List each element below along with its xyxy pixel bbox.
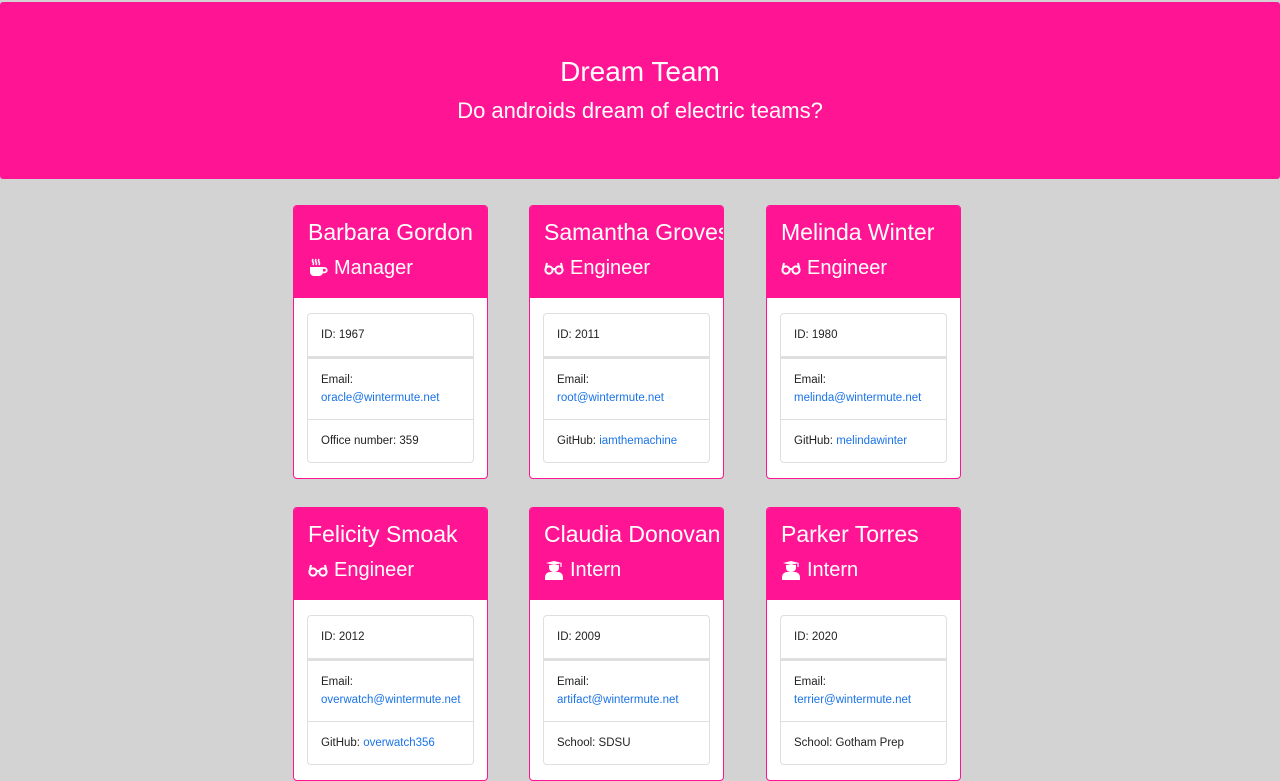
- id-text: ID: 2011: [557, 329, 600, 341]
- role-label: Engineer: [334, 559, 415, 581]
- role-label: Intern: [807, 559, 859, 581]
- github-link[interactable]: melindawinter: [836, 435, 907, 447]
- role-label: Engineer: [807, 257, 888, 279]
- info-list: ID: 2011 Email: root@wintermute.net GitH…: [543, 313, 710, 463]
- id-item: ID: 2011: [544, 314, 709, 358]
- email-label: Email:: [557, 374, 589, 386]
- employee-card: Melinda Winter Engineer ID: 1980 Email: m…: [766, 205, 961, 479]
- card-body: ID: 2020 Email: terrier@wintermute.net S…: [767, 600, 960, 780]
- extra-item: GitHub: melindawinter: [781, 419, 946, 462]
- extra-label: School: SDSU: [557, 737, 631, 749]
- id-text: ID: 1980: [794, 329, 838, 341]
- glasses-icon: [781, 258, 801, 278]
- card-header: Parker Torres Intern: [767, 508, 960, 600]
- employee-card: Claudia Donovan Intern ID: 2009 Email: ar…: [529, 507, 724, 781]
- id-item: ID: 2020: [781, 616, 946, 660]
- email-link[interactable]: melinda@wintermute.net: [794, 389, 933, 407]
- employee-role: Engineer: [308, 558, 473, 582]
- card-header: Barbara Gordon Manager: [294, 206, 487, 298]
- employee-card: Barbara Gordon Manager ID: 1967 Email: o…: [293, 205, 488, 479]
- email-item: Email: oracle@wintermute.net: [308, 358, 473, 419]
- employee-card: Samantha Groves Engineer ID: 2011 Email:…: [529, 205, 724, 479]
- card-body: ID: 1967 Email: oracle@wintermute.net Of…: [294, 298, 487, 478]
- email-link[interactable]: terrier@wintermute.net: [794, 694, 911, 706]
- email-link[interactable]: artifact@wintermute.net: [557, 691, 696, 709]
- page-title: Dream Team: [560, 56, 720, 87]
- employee-card: Felicity Smoak Engineer ID: 2012 Email: o…: [293, 507, 488, 781]
- card-header: Felicity Smoak Engineer: [294, 508, 487, 600]
- email-link[interactable]: oracle@wintermute.net: [321, 392, 439, 404]
- employee-role: Intern: [781, 558, 946, 582]
- email-label: Email:: [557, 676, 589, 688]
- card-body: ID: 1980 Email: melinda@wintermute.net Gi…: [767, 298, 960, 478]
- extra-item: School: Gotham Prep: [781, 721, 946, 764]
- header-banner: Dream Team Do androids dream of electric…: [0, 2, 1280, 179]
- github-link[interactable]: overwatch356: [363, 737, 435, 749]
- employee-name: Melinda Winter: [781, 219, 935, 245]
- card-header: Samantha Groves Engineer: [530, 206, 723, 298]
- employee-name: Samantha Groves: [544, 219, 724, 245]
- employee-card: Parker Torres Intern ID: 2020 Email: ter…: [766, 507, 961, 781]
- employee-role: Intern: [544, 558, 709, 582]
- info-list: ID: 1967 Email: oracle@wintermute.net Of…: [307, 313, 474, 463]
- graduate-icon: [781, 560, 801, 580]
- extra-label: GitHub:: [321, 737, 364, 749]
- extra-label: GitHub:: [794, 435, 837, 447]
- id-item: ID: 2009: [544, 616, 709, 660]
- id-text: ID: 2009: [557, 631, 601, 643]
- coffee-icon: [308, 258, 328, 278]
- email-link[interactable]: root@wintermute.net: [557, 392, 664, 404]
- glasses-icon: [308, 560, 328, 580]
- card-body: ID: 2011 Email: root@wintermute.net GitH…: [530, 298, 723, 478]
- card-header: Claudia Donovan Intern: [530, 508, 723, 600]
- employee-role: Engineer: [781, 256, 946, 280]
- card-body: ID: 2012 Email: overwatch@wintermute.net …: [294, 600, 487, 780]
- id-text: ID: 1967: [321, 329, 365, 341]
- email-label: Email:: [794, 676, 826, 688]
- email-label: Email:: [321, 676, 353, 688]
- info-list: ID: 1980 Email: melinda@wintermute.net Gi…: [780, 313, 947, 463]
- email-label: Email:: [794, 374, 826, 386]
- info-list: ID: 2012 Email: overwatch@wintermute.net …: [307, 615, 474, 765]
- extra-item: School: SDSU: [544, 721, 709, 764]
- extra-item: GitHub: overwatch356: [308, 721, 473, 764]
- id-item: ID: 2012: [308, 616, 473, 660]
- graduate-icon: [544, 560, 564, 580]
- employee-name: Barbara Gordon: [308, 219, 473, 245]
- card-header: Melinda Winter Engineer: [767, 206, 960, 298]
- extra-label: Office number: 359: [321, 435, 419, 447]
- role-label: Intern: [570, 559, 622, 581]
- role-label: Engineer: [570, 257, 651, 279]
- email-item: Email: terrier@wintermute.net: [781, 660, 946, 721]
- email-item: Email: overwatch@wintermute.net: [308, 660, 473, 721]
- employee-role: Engineer: [544, 256, 709, 280]
- github-link[interactable]: iamthemachine: [599, 435, 677, 447]
- extra-label: School: Gotham Prep: [794, 737, 904, 749]
- id-item: ID: 1980: [781, 314, 946, 358]
- email-link[interactable]: overwatch@wintermute.net: [321, 691, 461, 709]
- employee-name: Claudia Donovan: [544, 521, 721, 547]
- employee-name: Felicity Smoak: [308, 521, 458, 547]
- role-label: Manager: [334, 257, 413, 279]
- id-text: ID: 2012: [321, 631, 365, 643]
- id-text: ID: 2020: [794, 631, 838, 643]
- extra-item: Office number: 359: [308, 419, 473, 462]
- email-item: Email: artifact@wintermute.net: [544, 660, 709, 721]
- email-item: Email: root@wintermute.net: [544, 358, 709, 419]
- extra-label: GitHub:: [557, 435, 600, 447]
- info-list: ID: 2020 Email: terrier@wintermute.net S…: [780, 615, 947, 765]
- id-item: ID: 1967: [308, 314, 473, 358]
- extra-item: GitHub: iamthemachine: [544, 419, 709, 462]
- employee-role: Manager: [308, 256, 473, 280]
- email-item: Email: melinda@wintermute.net: [781, 358, 946, 419]
- page-subtitle: Do androids dream of electric teams?: [457, 98, 823, 123]
- employee-name: Parker Torres: [781, 521, 919, 547]
- card-body: ID: 2009 Email: artifact@wintermute.net S…: [530, 600, 723, 780]
- email-label: Email:: [321, 374, 353, 386]
- glasses-icon: [544, 258, 564, 278]
- info-list: ID: 2009 Email: artifact@wintermute.net S…: [543, 615, 710, 765]
